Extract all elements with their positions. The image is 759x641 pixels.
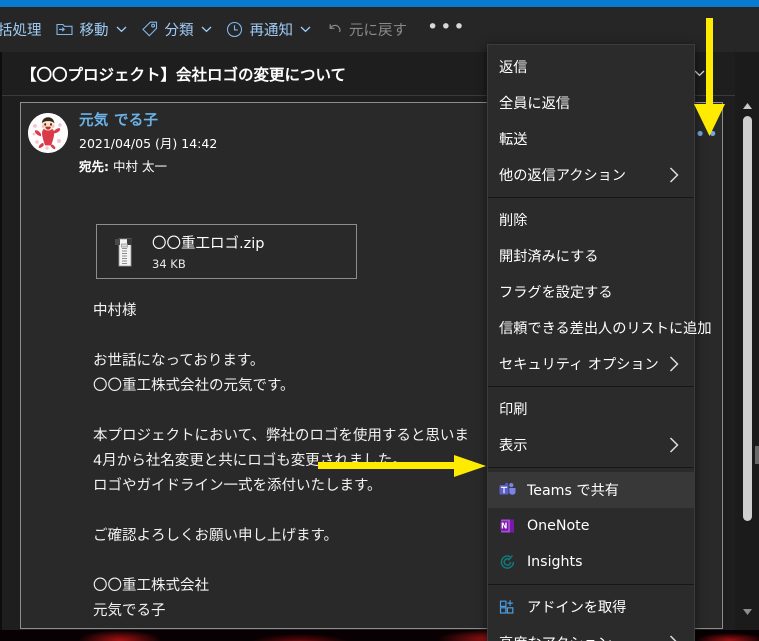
context-menu-item-label: OneNote	[527, 518, 590, 534]
avatar	[28, 113, 68, 153]
scrollbar-track[interactable]	[743, 116, 752, 606]
onenote-icon: N	[496, 516, 518, 536]
tag-icon	[141, 21, 159, 39]
chevron-down-icon[interactable]	[694, 65, 705, 81]
context-menu-item-label: 高度なアクション	[499, 633, 612, 641]
context-menu-item-label: 表示	[499, 438, 528, 454]
attachment-size: 34 KB	[152, 256, 186, 271]
scroll-up-arrow-icon[interactable]	[735, 96, 759, 116]
context-menu-item-label: 印刷	[499, 402, 528, 418]
context-menu-item[interactable]: 高度なアクション	[488, 625, 694, 641]
toolbar-item-move-label: 移動	[79, 23, 109, 39]
recipient-label: 宛先:	[79, 159, 109, 174]
sender-block: 元気 でる子 2021/04/05 (月) 14:42 宛先: 中村 太一	[79, 109, 217, 175]
get-addins-icon	[496, 597, 518, 617]
app-window: 括処理 移動 分類 再通知 元に戻す ••• 【〇〇プロジェクト】会社ロゴの変更…	[0, 0, 759, 641]
toolbar-item-snooze[interactable]: 再通知	[219, 14, 319, 46]
chevron-right-icon[interactable]	[668, 166, 680, 184]
attachment-name: 〇〇重工ロゴ.zip	[152, 235, 265, 252]
context-menu-item-label: 削除	[499, 213, 528, 229]
svg-text:N: N	[501, 522, 507, 531]
attachment-meta: 〇〇重工ロゴ.zip 34 KB	[152, 232, 264, 272]
move-folder-icon	[56, 21, 74, 39]
context-menu-item[interactable]: アドインを取得	[488, 589, 694, 625]
context-menu-item[interactable]: 印刷	[488, 391, 694, 427]
context-menu-item-label: 信頼できる差出人のリストに追加	[499, 321, 712, 337]
chevron-down-icon[interactable]	[300, 26, 311, 33]
context-menu-item-label: Insights	[527, 554, 583, 570]
window-accent-bar	[0, 0, 759, 7]
toolbar-item-undo-label: 元に戻す	[349, 23, 407, 39]
chevron-down-icon[interactable]	[201, 26, 212, 33]
context-menu-separator	[488, 386, 694, 387]
context-menu-separator	[488, 584, 694, 585]
insights-icon	[496, 552, 518, 572]
context-menu-item[interactable]: セキュリティ オプション	[488, 346, 694, 382]
scroll-down-arrow-icon[interactable]	[735, 602, 759, 622]
context-menu-item-label: 全員に返信	[499, 96, 570, 112]
context-menu-item[interactable]: Insights	[488, 544, 694, 580]
context-menu-item[interactable]: 開封済みにする	[488, 238, 694, 274]
scrollbar-thumb[interactable]	[743, 116, 752, 521]
undo-icon	[325, 21, 343, 39]
sender-name[interactable]: 元気 でる子	[79, 109, 217, 130]
context-menu-item[interactable]: 返信	[488, 49, 694, 85]
toolbar-item-snooze-label: 再通知	[249, 23, 294, 39]
clock-icon	[226, 21, 244, 39]
toolbar-item-undo: 元に戻す	[318, 14, 414, 46]
toolbar-item-batch-label: 括処理	[0, 23, 42, 39]
context-menu-item[interactable]: 削除	[488, 202, 694, 238]
context-menu-item[interactable]: 全員に返信	[488, 85, 694, 121]
toolbar-item-categorize[interactable]: 分類	[134, 14, 219, 46]
context-menu-item-label: アドインを取得	[527, 600, 627, 616]
chevron-right-icon[interactable]	[668, 634, 680, 641]
context-menu-item[interactable]: N OneNote	[488, 508, 694, 544]
recipient-line: 宛先: 中村 太一	[79, 156, 217, 175]
context-menu-item[interactable]: フラグを設定する	[488, 274, 694, 310]
context-menu-item[interactable]: 信頼できる差出人のリストに追加	[488, 310, 712, 346]
scrollbar-grip[interactable]	[755, 446, 759, 464]
context-menu[interactable]: 返信全員に返信転送他の返信アクション 削除開封済みにする フラグを設定する信頼できる…	[487, 44, 712, 641]
context-menu-item[interactable]: 表示	[488, 427, 694, 463]
chevron-right-icon[interactable]	[668, 436, 680, 454]
chevron-down-icon[interactable]	[116, 26, 127, 33]
vertical-scrollbar[interactable]	[735, 52, 759, 630]
context-menu-item-label: セキュリティ オプション	[499, 357, 659, 373]
teams-icon	[496, 480, 518, 500]
chevron-right-icon[interactable]	[668, 355, 680, 373]
toolbar-item-batch[interactable]: 括処理	[0, 14, 49, 46]
context-menu-item-label: 転送	[499, 132, 528, 148]
recipient-value[interactable]: 中村 太一	[113, 159, 167, 174]
context-menu-item-label: フラグを設定する	[499, 285, 613, 301]
context-menu-item[interactable]: Teams で共有	[488, 472, 694, 508]
toolbar-overflow-button[interactable]: •••	[420, 14, 474, 46]
toolbar-item-categorize-label: 分類	[164, 23, 194, 39]
context-menu-item-label: 開封済みにする	[499, 249, 599, 265]
context-menu-separator	[488, 197, 694, 198]
context-menu-item[interactable]: 他の返信アクション	[488, 157, 694, 193]
zip-file-icon	[110, 235, 136, 269]
context-menu-item-label: 返信	[499, 60, 528, 76]
toolbar-item-move[interactable]: 移動	[49, 14, 134, 46]
context-menu-item[interactable]: 転送	[488, 121, 694, 157]
context-menu-item-label: 他の返信アクション	[499, 168, 626, 184]
context-menu-separator	[488, 467, 694, 468]
attachment-chip[interactable]: 〇〇重工ロゴ.zip 34 KB	[96, 224, 357, 279]
context-menu-item-label: Teams で共有	[527, 483, 619, 499]
sent-date: 2021/04/05 (月) 14:42	[79, 136, 218, 151]
ellipsis-icon: •••	[427, 15, 467, 38]
page-title: 【〇〇プロジェクト】会社ロゴの変更について	[21, 65, 347, 84]
